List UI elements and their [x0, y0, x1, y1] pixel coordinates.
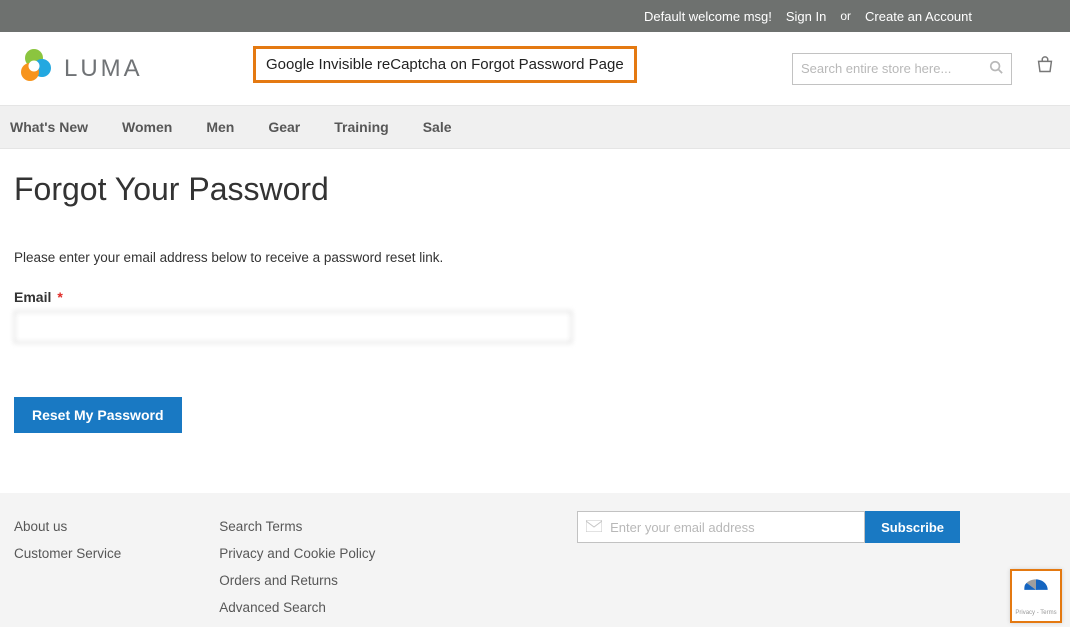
cart-icon[interactable]	[1034, 55, 1056, 83]
search-icon[interactable]	[989, 60, 1003, 77]
recaptcha-icon	[1022, 577, 1050, 608]
envelope-icon	[586, 519, 602, 535]
footer-customer-service[interactable]: Customer Service	[14, 546, 121, 561]
recaptcha-terms-text[interactable]: Privacy - Terms	[1015, 610, 1056, 616]
brand-name: LUMA	[64, 55, 143, 83]
logo[interactable]: LUMA	[14, 46, 143, 91]
required-star: *	[57, 289, 62, 305]
subscribe-button[interactable]: Subscribe	[865, 511, 960, 543]
recaptcha-badge[interactable]: Privacy - Terms	[1010, 569, 1062, 623]
top-utility-bar: Default welcome msg! Sign In or Create a…	[0, 0, 1070, 32]
footer-privacy[interactable]: Privacy and Cookie Policy	[219, 546, 375, 561]
main-nav: What's New Women Men Gear Training Sale	[0, 105, 1070, 149]
nav-sale[interactable]: Sale	[423, 119, 452, 135]
site-footer: About us Customer Service Search Terms P…	[0, 493, 1070, 627]
luma-logo-icon	[14, 46, 54, 91]
search-box[interactable]	[792, 53, 1012, 85]
annotation-callout: Google Invisible reCaptcha on Forgot Pas…	[253, 46, 637, 83]
newsletter-form: Subscribe	[577, 511, 960, 543]
footer-orders-returns[interactable]: Orders and Returns	[219, 573, 375, 588]
page-title: Forgot Your Password	[14, 171, 1056, 208]
footer-about-us[interactable]: About us	[14, 519, 121, 534]
site-header: LUMA Google Invisible reCaptcha on Forgo…	[0, 32, 1070, 105]
email-label-text: Email	[14, 289, 51, 305]
search-input[interactable]	[801, 61, 989, 76]
footer-col-2: Search Terms Privacy and Cookie Policy O…	[219, 519, 375, 615]
main-content: Forgot Your Password Please enter your e…	[0, 149, 1070, 493]
email-label: Email *	[14, 289, 1056, 305]
nav-gear[interactable]: Gear	[268, 119, 300, 135]
email-field[interactable]	[14, 311, 572, 343]
nav-women[interactable]: Women	[122, 119, 172, 135]
create-account-link[interactable]: Create an Account	[865, 9, 972, 24]
reset-password-button[interactable]: Reset My Password	[14, 397, 182, 433]
footer-advanced-search[interactable]: Advanced Search	[219, 600, 375, 615]
nav-training[interactable]: Training	[334, 119, 388, 135]
nav-men[interactable]: Men	[206, 119, 234, 135]
instruction-text: Please enter your email address below to…	[14, 250, 1056, 265]
welcome-text: Default welcome msg!	[644, 9, 772, 24]
newsletter-input-wrap[interactable]	[577, 511, 865, 543]
newsletter-email-input[interactable]	[610, 520, 856, 535]
footer-search-terms[interactable]: Search Terms	[219, 519, 375, 534]
divider-text: or	[840, 9, 851, 23]
nav-whats-new[interactable]: What's New	[10, 119, 88, 135]
footer-col-1: About us Customer Service	[14, 519, 121, 615]
signin-link[interactable]: Sign In	[786, 9, 826, 24]
header-tools	[792, 53, 1056, 85]
